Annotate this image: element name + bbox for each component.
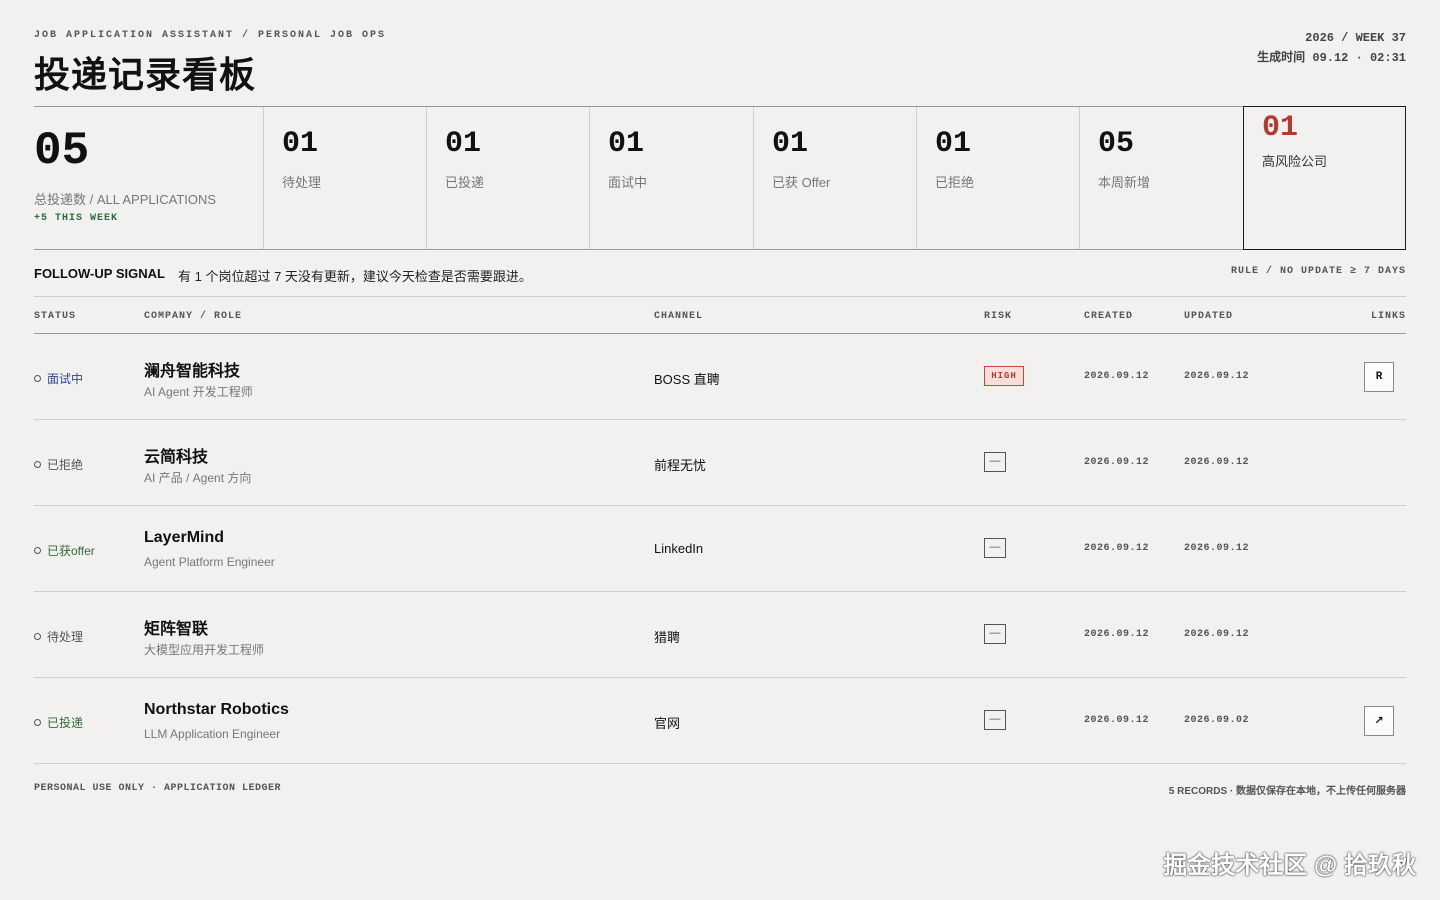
footer-note: PERSONAL USE ONLY · APPLICATION LEDGER <box>34 783 282 794</box>
footer-record-count: 5 RECORDS · 数据仅保存在本地，不上传任何服务器 <box>1168 786 1406 797</box>
status-dot-icon <box>34 633 41 640</box>
stat-value: 01 <box>772 127 809 161</box>
column-header-company: COMPANY / ROLE <box>144 311 243 322</box>
company-name: Northstar Robotics <box>144 701 289 718</box>
updated-date: 2026.09.12 <box>1184 629 1250 640</box>
updated-date: 2026.09.12 <box>1184 457 1250 468</box>
stat-label: 总投递数 / ALL APPLICATIONS <box>34 192 217 207</box>
updated-date: 2026.09.12 <box>1184 543 1250 554</box>
stat-rejected[interactable]: 01 已拒绝 <box>916 107 1079 249</box>
updated-date: 2026.09.12 <box>1184 371 1250 382</box>
status-label: 待处理 <box>47 630 84 644</box>
status-dot-icon <box>34 547 41 554</box>
table-row[interactable]: 已投递 Northstar Robotics LLM Application E… <box>34 678 1406 764</box>
role-title: AI 产品 / Agent 方向 <box>144 471 252 485</box>
table-row[interactable]: 待处理 矩阵智联 大模型应用开发工程师 猎聘 — 2026.09.12 2026… <box>34 592 1406 678</box>
stat-label: 已拒绝 <box>935 175 975 190</box>
status-badge: 面试中 <box>34 370 83 387</box>
stat-value: 01 <box>608 127 645 161</box>
column-header-links: LINKS <box>1370 311 1406 322</box>
updated-date: 2026.09.02 <box>1184 715 1250 726</box>
role-title: Agent Platform Engineer <box>144 555 275 569</box>
followup-message: 有 1 个岗位超过 7 天没有更新，建议今天检查是否需要跟进。 <box>178 269 532 284</box>
status-label: 已获offer <box>47 544 95 558</box>
channel: 猎聘 <box>654 630 681 645</box>
external-link-icon[interactable]: ↗ <box>1364 706 1394 736</box>
created-date: 2026.09.12 <box>1084 543 1150 554</box>
stats-bar: 05 总投递数 / ALL APPLICATIONS +5 THIS WEEK … <box>34 106 1406 250</box>
week-indicator: 2026 / WEEK 37 <box>1305 31 1406 45</box>
status-badge: 已拒绝 <box>34 456 83 473</box>
role-title: AI Agent 开发工程师 <box>144 385 253 399</box>
role-title: LLM Application Engineer <box>144 727 281 741</box>
stat-interviewing[interactable]: 01 面试中 <box>589 107 753 249</box>
created-date: 2026.09.12 <box>1084 371 1150 382</box>
status-badge: 已投递 <box>34 714 83 731</box>
column-header-channel: CHANNEL <box>654 311 704 322</box>
risk-badge: — <box>984 624 1006 644</box>
stat-label: 已获 Offer <box>772 175 831 190</box>
app-kicker: JOB APPLICATION ASSISTANT / PERSONAL JOB… <box>34 30 387 41</box>
company-name: LayerMind <box>144 529 225 546</box>
stat-label: 待处理 <box>282 175 322 190</box>
status-badge: 已获offer <box>34 542 95 559</box>
channel: LinkedIn <box>654 541 704 556</box>
stat-value: 01 <box>935 127 972 161</box>
divider <box>34 296 1406 297</box>
stat-new-this-week[interactable]: 05 本周新增 <box>1079 107 1243 249</box>
created-date: 2026.09.12 <box>1084 457 1150 468</box>
stat-high-risk[interactable]: 01 高风险公司 <box>1243 106 1406 250</box>
stat-delta: +5 THIS WEEK <box>34 213 119 224</box>
stat-label: 本周新增 <box>1098 175 1151 190</box>
stat-value: 01 <box>282 127 319 161</box>
created-date: 2026.09.12 <box>1084 715 1150 726</box>
stat-value: 01 <box>1262 111 1299 145</box>
stat-label: 面试中 <box>608 175 648 190</box>
status-label: 已投递 <box>47 716 84 730</box>
table-row[interactable]: 面试中 澜舟智能科技 AI Agent 开发工程师 BOSS 直聘 HIGH 2… <box>34 334 1406 420</box>
resume-link-button[interactable]: R <box>1364 362 1394 392</box>
generated-timestamp: 生成时间 09.12 · 02:31 <box>1257 51 1406 65</box>
watermark: 掘金技术社区 @ 拾玖秋 <box>1163 852 1416 879</box>
stat-applied[interactable]: 01 已投递 <box>426 107 589 249</box>
company-name: 矩阵智联 <box>144 621 209 638</box>
channel: BOSS 直聘 <box>654 372 720 387</box>
created-date: 2026.09.12 <box>1084 629 1150 640</box>
role-title: 大模型应用开发工程师 <box>144 643 265 657</box>
company-name: 澜舟智能科技 <box>144 363 241 380</box>
column-header-created: CREATED <box>1084 311 1134 322</box>
status-label: 已拒绝 <box>47 458 84 472</box>
status-dot-icon <box>34 461 41 468</box>
column-header-status: STATUS <box>34 311 77 322</box>
stat-label: 高风险公司 <box>1262 154 1328 169</box>
divider <box>34 763 1406 764</box>
stat-pending[interactable]: 01 待处理 <box>263 107 426 249</box>
risk-badge: — <box>984 452 1006 472</box>
stat-value: 05 <box>1098 127 1135 161</box>
table-row[interactable]: 已获offer LayerMind Agent Platform Enginee… <box>34 506 1406 592</box>
table-row[interactable]: 已拒绝 云简科技 AI 产品 / Agent 方向 前程无忧 — 2026.09… <box>34 420 1406 506</box>
stat-total-applications: 05 总投递数 / ALL APPLICATIONS +5 THIS WEEK <box>34 107 263 249</box>
stat-offer[interactable]: 01 已获 Offer <box>753 107 916 249</box>
risk-badge: HIGH <box>984 366 1024 386</box>
page-title: 投递记录看板 <box>34 54 257 95</box>
status-label: 面试中 <box>47 372 84 386</box>
status-dot-icon <box>34 719 41 726</box>
risk-badge: — <box>984 538 1006 558</box>
channel: 前程无忧 <box>654 458 707 473</box>
stat-label: 已投递 <box>445 175 485 190</box>
risk-badge: — <box>984 710 1006 730</box>
stat-value: 01 <box>445 127 482 161</box>
channel: 官网 <box>654 716 681 731</box>
company-name: 云简科技 <box>144 449 209 466</box>
followup-rule: RULE / NO UPDATE ≥ 7 DAYS <box>1230 266 1406 277</box>
followup-title: FOLLOW-UP SIGNAL <box>34 266 165 281</box>
column-header-risk: RISK <box>984 311 1013 322</box>
status-badge: 待处理 <box>34 628 83 645</box>
stat-value: 05 <box>34 125 90 177</box>
status-dot-icon <box>34 375 41 382</box>
column-header-updated: UPDATED <box>1184 311 1234 322</box>
